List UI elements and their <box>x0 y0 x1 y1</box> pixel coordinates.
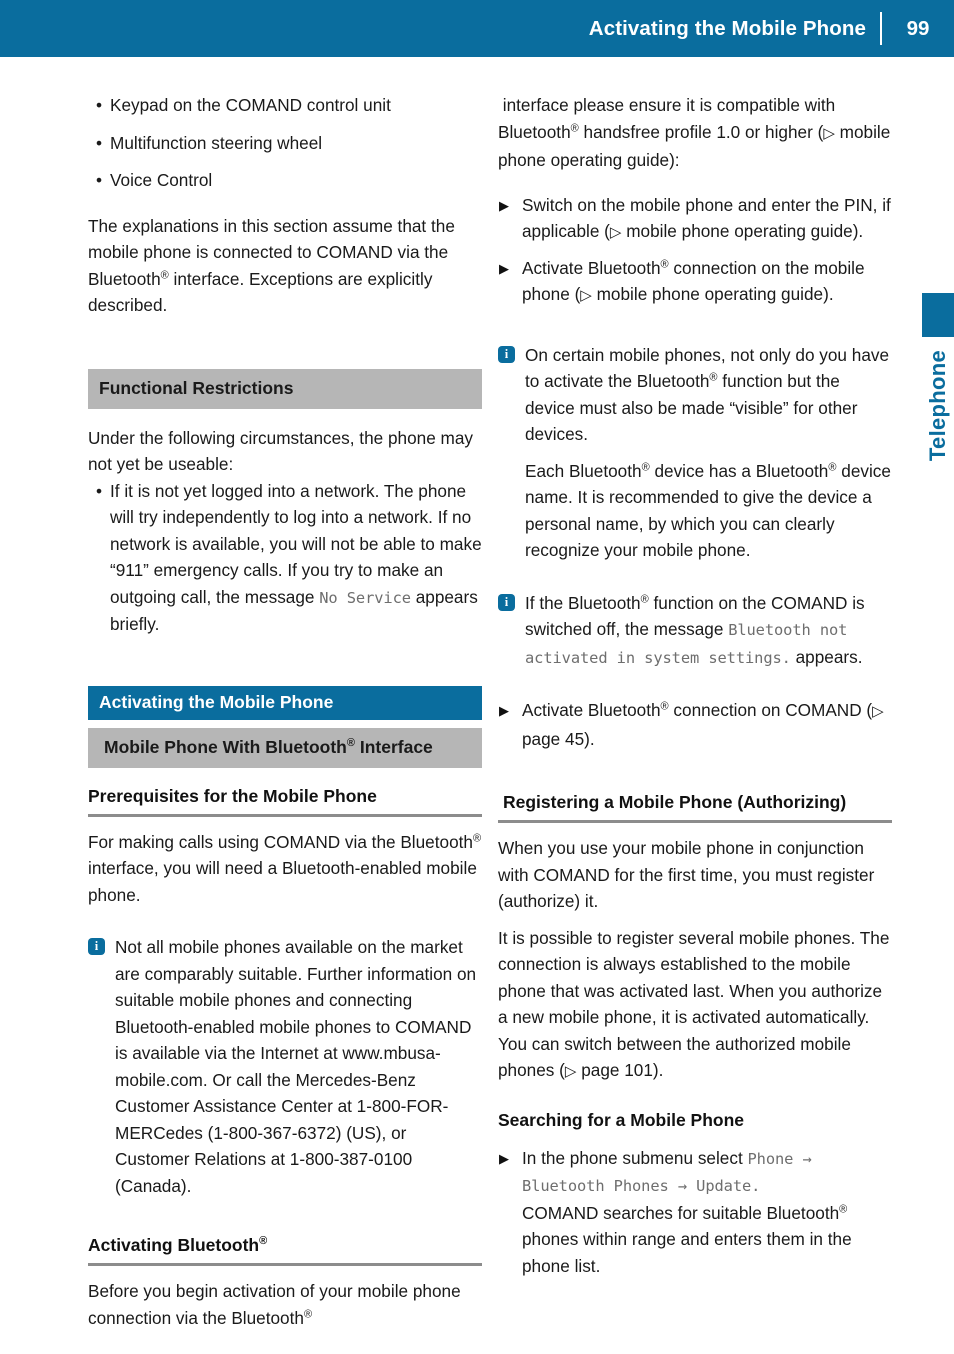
step-activate-bluetooth-on-phone: Activate Bluetooth® connection on the mo… <box>498 255 892 310</box>
page-header-bar: Activating the Mobile Phone 99 <box>0 0 954 57</box>
note-make-device-visible: i On certain mobile phones, not only do … <box>498 342 892 448</box>
intro-paragraph: The explanations in this section assume … <box>88 215 455 316</box>
list-item: Voice Control <box>88 167 482 194</box>
right-column: interface please ensure it is compatible… <box>498 92 892 1287</box>
registered-mark: ® <box>640 592 649 605</box>
step-activate-bluetooth-on-comand: Activate Bluetooth® connection on COMAND… <box>498 697 892 752</box>
page-title: Activating the Mobile Phone <box>588 16 866 40</box>
cross-reference-icon: ▷ <box>609 224 622 241</box>
note-text: On certain mobile phones, not only do yo… <box>525 344 890 445</box>
step-text-after: COMAND searches for suitable Bluetooth® … <box>522 1202 852 1276</box>
input-methods-list: Keypad on the COMAND control unit Multif… <box>88 92 482 194</box>
note-bluetooth-switched-off: i If the Bluetooth® function on the COMA… <box>498 590 892 672</box>
restrictions-list: If it is not yet logged into a network. … <box>88 478 482 638</box>
left-column: Keypad on the COMAND control unit Multif… <box>88 92 482 1341</box>
list-item: Multifunction steering wheel <box>88 130 482 157</box>
side-tab-color-block <box>922 293 954 337</box>
activating-bluetooth-paragraph: Before you begin activation of your mobi… <box>88 1281 461 1328</box>
continuation-paragraph: interface please ensure it is compatible… <box>498 95 891 170</box>
note-device-name-text: Each Bluetooth® device has a Bluetooth® … <box>525 460 891 561</box>
heading-activating-bluetooth: Activating Bluetooth® <box>88 1233 482 1266</box>
registered-mark: ® <box>828 460 837 473</box>
chapter-side-tab: Telephone <box>922 293 954 461</box>
display-message-no-service: No Service <box>319 588 411 607</box>
heading-mobile-phone-with-bluetooth-interface: Mobile Phone With Bluetooth® Interface <box>88 727 482 768</box>
note-text: If the Bluetooth® function on the COMAND… <box>525 592 865 667</box>
side-tab-label: Telephone <box>925 350 950 462</box>
registered-mark: ® <box>472 831 482 844</box>
registered-mark: ® <box>709 371 718 384</box>
heading-functional-restrictions: Functional Restrictions <box>88 368 482 409</box>
registered-mark: ® <box>839 1202 848 1215</box>
registering-paragraph-1: When you use your mobile phone in conjun… <box>498 838 875 911</box>
note-text-after: appears. <box>790 646 863 667</box>
prerequisites-paragraph: For making calls using COMAND via the Bl… <box>88 831 482 905</box>
cross-reference-icon: ▷ <box>872 703 884 720</box>
cross-reference-icon: ▷ <box>823 124 835 142</box>
step-search-phone-submenu: In the phone submenu select Phone → Blue… <box>498 1145 892 1280</box>
info-icon: i <box>498 593 515 611</box>
registered-mark: ® <box>303 1307 313 1320</box>
info-icon: i <box>88 938 105 955</box>
registered-mark: ® <box>660 700 669 713</box>
cross-reference-icon: ▷ <box>580 287 592 304</box>
step-switch-on-phone: Switch on the mobile phone and enter the… <box>498 192 892 247</box>
note-text: Not all mobile phones available on the m… <box>115 937 477 1196</box>
registered-mark: ® <box>570 121 579 134</box>
registered-mark: ® <box>660 257 669 270</box>
list-item: Keypad on the COMAND control unit <box>88 92 482 119</box>
registering-paragraph-2: It is possible to register several mobil… <box>498 927 890 1081</box>
restrictions-intro: Under the following circumstances, the p… <box>88 427 474 475</box>
heading-searching-for-a-mobile-phone: Searching for a Mobile Phone <box>498 1109 745 1130</box>
page-number: 99 <box>906 16 930 40</box>
note-phone-suitability: i Not all mobile phones available on the… <box>88 934 482 1199</box>
info-icon: i <box>498 345 515 363</box>
registered-mark: ® <box>346 736 355 749</box>
heading-prerequisites: Prerequisites for the Mobile Phone <box>88 784 482 817</box>
registered-mark: ® <box>259 1235 268 1248</box>
step-text-before: In the phone submenu select <box>522 1147 748 1168</box>
cross-reference-icon: ▷ <box>564 1063 577 1080</box>
heading-registering-a-mobile-phone: Registering a Mobile Phone (Authorizing) <box>498 790 892 823</box>
heading-activating-the-mobile-phone: Activating the Mobile Phone <box>88 685 482 720</box>
registered-mark: ® <box>641 460 650 473</box>
list-item: If it is not yet logged into a network. … <box>88 478 482 638</box>
registered-mark: ® <box>160 268 169 281</box>
